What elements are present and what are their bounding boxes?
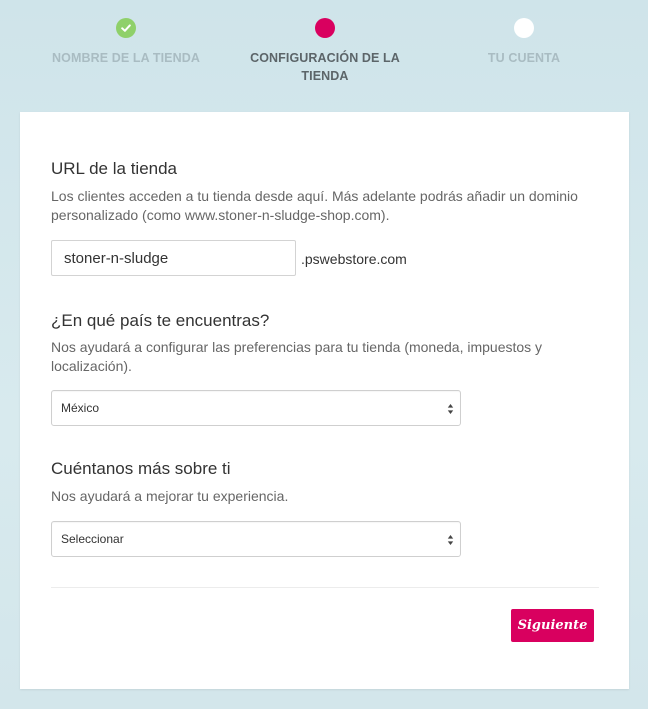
about-you-description: Nos ayudará a mejorar tu experiencia. [51,488,289,504]
step-label: CONFIGURACIÓN DE LA TIENDA [250,51,400,83]
pending-step-dot-icon [514,18,534,38]
step-store-configuration: CONFIGURACIÓN DE LA TIENDA [245,18,405,85]
next-button[interactable]: Siguiente [511,609,594,642]
country-description: Nos ayudará a configurar las preferencia… [51,339,543,374]
active-step-dot-icon [315,18,335,38]
progress-stepper: NOMBRE DE LA TIENDA CONFIGURACIÓN DE LA … [0,0,648,110]
about-you-select[interactable]: Seleccionar [51,521,461,557]
about-you-title: Cuéntanos más sobre ti [51,459,231,478]
step-label: TU CUENTA [487,51,561,65]
about-you-select-value: Seleccionar [61,532,124,546]
step-label: NOMBRE DE LA TIENDA [52,51,200,65]
select-arrows-icon [447,533,454,551]
country-select[interactable]: México [51,390,461,426]
country-title: ¿En qué país te encuentras? [51,311,270,330]
select-arrows-icon [447,402,454,420]
step-your-account: TU CUENTA [444,18,604,67]
setup-form-card: URL de la tienda Los clientes acceden a … [20,112,629,689]
check-icon [116,18,136,38]
store-url-domain-suffix: .pswebstore.com [301,251,407,267]
step-store-name: NOMBRE DE LA TIENDA [46,18,206,67]
store-url-title: URL de la tienda [51,159,178,178]
store-url-description: Los clientes acceden a tu tienda desde a… [51,188,578,223]
store-url-input[interactable] [51,240,296,276]
country-select-value: México [61,401,100,415]
form-divider [51,587,599,588]
